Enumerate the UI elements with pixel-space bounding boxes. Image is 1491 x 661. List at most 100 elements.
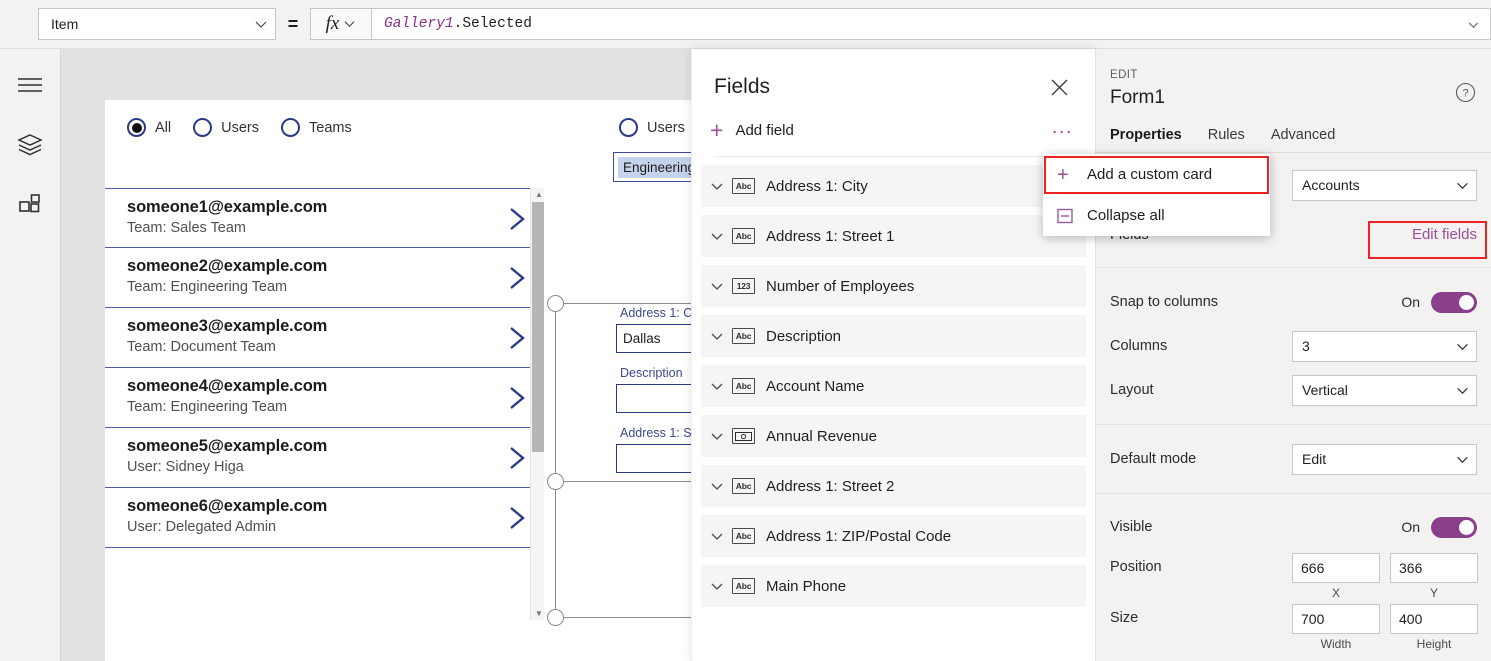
visible-toggle[interactable] <box>1431 517 1477 538</box>
radio-icon <box>193 118 212 137</box>
visible-label: Visible <box>1110 519 1292 535</box>
gallery-item[interactable]: someone1@example.com Team: Sales Team <box>105 188 541 248</box>
tab-properties[interactable]: Properties <box>1110 127 1182 152</box>
help-icon[interactable]: ? <box>1455 82 1477 104</box>
gallery-scrollbar-thumb[interactable] <box>532 202 544 452</box>
tree-view-layers-icon[interactable] <box>8 123 52 167</box>
default-mode-dropdown[interactable]: Edit <box>1292 444 1477 475</box>
size-width-input[interactable]: 700 <box>1292 604 1380 634</box>
radio-option-users[interactable]: Users <box>193 118 259 137</box>
gallery-filter-radio-group[interactable]: All Users Teams <box>127 118 352 137</box>
insert-components-icon[interactable] <box>8 183 52 227</box>
chevron-down-icon[interactable] <box>710 329 732 343</box>
field-name: Main Phone <box>766 578 846 595</box>
left-rail <box>0 49 61 661</box>
position-x-caption: X <box>1292 586 1380 600</box>
app-screen[interactable]: All Users Teams someone1@example.com Tea… <box>105 100 730 661</box>
chevron-down-icon[interactable] <box>710 529 732 543</box>
resize-handle-top-left[interactable] <box>547 295 564 312</box>
gallery-item[interactable]: someone3@example.com Team: Document Team <box>105 308 541 368</box>
power-apps-studio: Item = fx Gallery1.Selected <box>0 0 1491 661</box>
field-type-icon-abc: Abc <box>732 228 755 244</box>
gallery-item[interactable]: someone6@example.com User: Delegated Adm… <box>105 488 541 548</box>
gallery-item-title: someone2@example.com <box>127 257 507 276</box>
row-layout: Layout Vertical <box>1096 370 1491 410</box>
scroll-down-icon[interactable]: ▼ <box>535 609 543 618</box>
resize-handle-middle-left[interactable] <box>547 473 564 490</box>
gallery1[interactable]: someone1@example.com Team: Sales Team so… <box>105 188 541 620</box>
expand-formula-chevron-down-icon[interactable] <box>1467 18 1480 31</box>
chevron-down-icon[interactable] <box>710 579 732 593</box>
chevron-down-icon[interactable] <box>710 179 732 193</box>
field-row[interactable]: Abc Main Phone <box>701 565 1086 607</box>
field-row[interactable]: Abc Address 1: Street 1 <box>701 215 1086 257</box>
resize-handle-bottom-left[interactable] <box>547 609 564 626</box>
snap-toggle-wrap: On <box>1401 292 1477 313</box>
radio-option-all[interactable]: All <box>127 118 171 137</box>
tab-advanced[interactable]: Advanced <box>1271 127 1336 152</box>
field-name: Address 1: ZIP/Postal Code <box>766 528 951 545</box>
field-row[interactable]: Abc Address 1: ZIP/Postal Code <box>701 515 1086 557</box>
radio-option-users[interactable]: Users <box>619 118 685 137</box>
chevron-down-icon[interactable] <box>710 229 732 243</box>
menu-item-add-custom-card[interactable]: + Add a custom card <box>1043 154 1270 195</box>
gallery-item[interactable]: someone4@example.com Team: Engineering T… <box>105 368 541 428</box>
menu-item-collapse-all[interactable]: Collapse all <box>1043 195 1270 236</box>
layout-dropdown[interactable]: Vertical <box>1292 375 1477 406</box>
menu-item-label: Collapse all <box>1087 207 1165 224</box>
field-row[interactable]: Abc Address 1: City <box>701 165 1086 207</box>
default-mode-control: Edit <box>1292 444 1477 475</box>
size-height-input[interactable]: 400 <box>1390 604 1478 634</box>
chevron-down-icon[interactable] <box>710 479 732 493</box>
columns-label: Columns <box>1110 338 1292 354</box>
row-snap-to-columns: Snap to columns On <box>1096 282 1491 322</box>
gallery-item[interactable]: someone5@example.com User: Sidney Higa <box>105 428 541 488</box>
fields-control: Edit fields <box>1292 226 1477 244</box>
position-x-input[interactable]: 666 <box>1292 553 1380 583</box>
tab-rules[interactable]: Rules <box>1208 127 1245 152</box>
field-row[interactable]: 123 Number of Employees <box>701 265 1086 307</box>
chevron-down-icon <box>1456 340 1468 352</box>
hamburger-menu-icon[interactable] <box>8 63 52 107</box>
gallery-item-texts: someone6@example.com User: Delegated Adm… <box>127 497 507 535</box>
gallery-scrollbar[interactable]: ▲ ▼ <box>530 188 544 620</box>
field-row[interactable]: Abc Description <box>701 315 1086 357</box>
radio-option-teams[interactable]: Teams <box>281 118 352 137</box>
property-dropdown[interactable]: Item <box>38 8 276 40</box>
more-options-icon[interactable]: ... <box>1052 117 1073 143</box>
divider <box>1096 493 1491 494</box>
divider <box>1096 267 1491 268</box>
radio-label: Users <box>221 120 259 136</box>
field-row[interactable]: Abc Account Name <box>701 365 1086 407</box>
chevron-down-icon[interactable] <box>710 379 732 393</box>
plus-icon: + <box>1057 165 1087 185</box>
field-type-icon-abc: Abc <box>732 578 755 594</box>
chevron-down-icon[interactable] <box>710 429 732 443</box>
snap-to-columns-toggle[interactable] <box>1431 292 1477 313</box>
radio-label: All <box>155 120 171 136</box>
position-y-caption: Y <box>1390 586 1478 600</box>
columns-value: 3 <box>1302 338 1456 354</box>
field-name: Address 1: City <box>766 178 868 195</box>
columns-dropdown[interactable]: 3 <box>1292 331 1477 362</box>
fx-button[interactable]: fx <box>310 8 372 40</box>
layout-label: Layout <box>1110 382 1292 398</box>
position-y-input[interactable]: 366 <box>1390 553 1478 583</box>
field-row[interactable]: Abc Address 1: Street 2 <box>701 465 1086 507</box>
data-source-dropdown[interactable]: Accounts <box>1292 170 1477 201</box>
scroll-up-icon[interactable]: ▲ <box>535 190 543 199</box>
gallery-item-title: someone4@example.com <box>127 377 507 396</box>
formula-input[interactable]: Gallery1.Selected <box>372 8 1491 40</box>
properties-pane: EDIT Form1 ? Properties Rules Advanced D… <box>1095 49 1491 661</box>
row-columns: Columns 3 <box>1096 326 1491 366</box>
field-row[interactable]: Annual Revenue <box>701 415 1086 457</box>
chevron-down-icon <box>1456 384 1468 396</box>
gallery-item[interactable]: someone2@example.com Team: Engineering T… <box>105 248 541 308</box>
data-source-control: Accounts <box>1292 170 1477 201</box>
edit-fields-button[interactable]: Edit fields <box>1412 226 1477 243</box>
add-field-button[interactable]: + Add field <box>710 119 794 142</box>
close-icon[interactable] <box>1045 73 1073 101</box>
fields-panel: Fields + Add field ... Abc Address 1: Ci… <box>691 49 1095 661</box>
chevron-down-icon[interactable] <box>710 279 732 293</box>
snap-to-columns-label: Snap to columns <box>1110 294 1292 310</box>
